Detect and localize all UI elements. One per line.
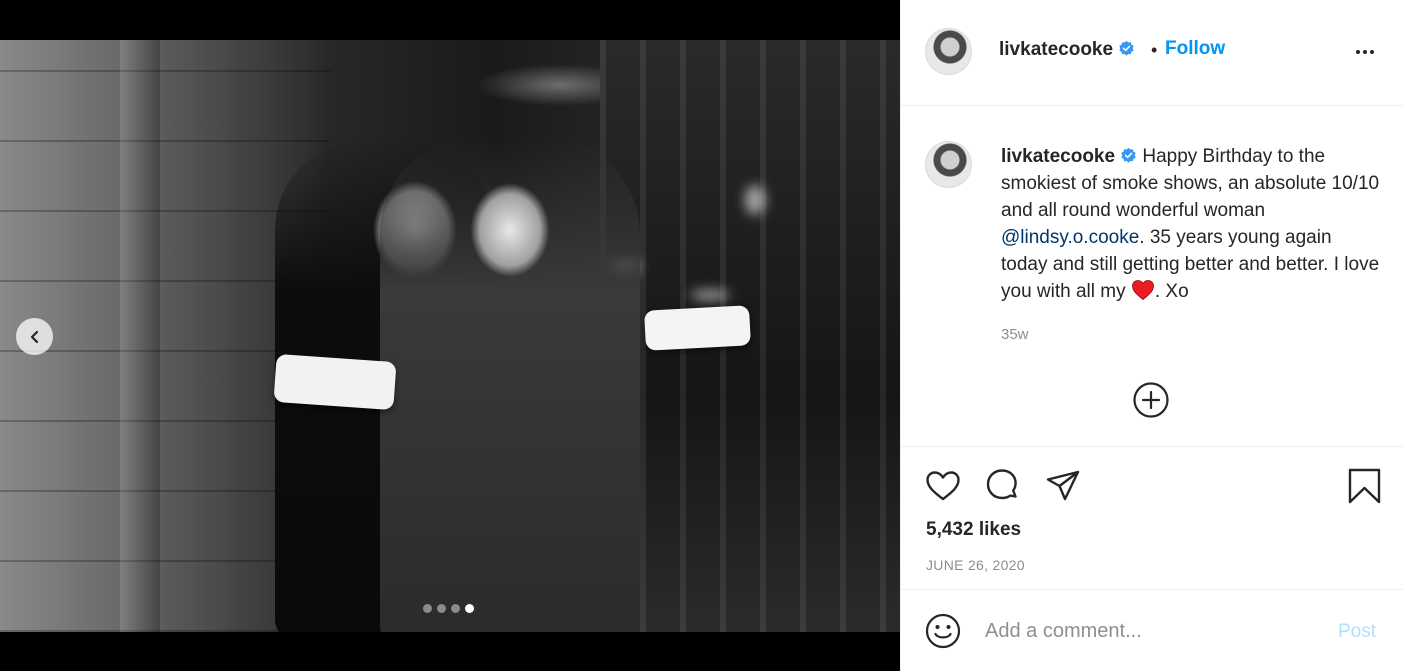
slide-dot	[423, 604, 432, 613]
avatar[interactable]	[925, 28, 972, 75]
red-heart-emoji-icon	[1131, 280, 1154, 301]
emoji-icon[interactable]	[925, 613, 961, 649]
likes-count[interactable]: 5,432 likes	[926, 519, 1021, 541]
post-caption: livkatecooke Happy Birthday to the smoki…	[1001, 143, 1381, 305]
share-icon[interactable]	[1044, 467, 1082, 505]
photo-pillar	[120, 40, 160, 632]
caption-username-link[interactable]: livkatecooke	[1001, 146, 1115, 167]
plus-circle-icon[interactable]	[1132, 381, 1170, 419]
more-options-icon[interactable]	[1353, 40, 1377, 64]
mention-link[interactable]: @lindsy.o.cooke	[1001, 227, 1139, 248]
photo-light	[690, 290, 730, 300]
photo-takeaway-box	[273, 353, 397, 411]
post-side-panel: livkatecooke • Follow livkatecooke Happy…	[900, 0, 1403, 671]
comment-input[interactable]	[985, 613, 1315, 649]
caption-text: . Xo	[1154, 281, 1189, 302]
post-header: livkatecooke • Follow	[901, 0, 1403, 106]
previous-slide-button[interactable]	[16, 318, 53, 355]
caption-avatar[interactable]	[925, 141, 972, 188]
bookmark-icon[interactable]	[1346, 467, 1384, 505]
photo-light	[745, 185, 765, 215]
slide-dot	[451, 604, 460, 613]
slide-dot-active	[465, 604, 474, 613]
header-user: livkatecooke	[999, 39, 1135, 61]
verified-badge-icon	[1119, 40, 1134, 56]
photo-takeaway-box	[644, 305, 751, 351]
slide-dot	[437, 604, 446, 613]
header-separator: •	[1151, 40, 1158, 60]
post-photo	[0, 40, 900, 632]
verified-badge-icon	[1121, 147, 1136, 163]
comment-bar: Post	[901, 590, 1403, 671]
heart-icon[interactable]	[924, 467, 962, 505]
caption-timestamp[interactable]: 35w	[1001, 326, 1029, 343]
username-link[interactable]: livkatecooke	[999, 39, 1113, 60]
post-date[interactable]: JUNE 26, 2020	[926, 557, 1025, 573]
post-actions: 5,432 likes JUNE 26, 2020	[901, 446, 1403, 590]
comment-icon[interactable]	[983, 467, 1021, 505]
chevron-left-icon	[30, 330, 38, 343]
slide-indicator	[423, 604, 474, 613]
post-media	[0, 0, 900, 671]
follow-button[interactable]: Follow	[1165, 38, 1225, 60]
photo-person-right	[380, 135, 640, 632]
post-comment-button[interactable]: Post	[1338, 621, 1376, 643]
